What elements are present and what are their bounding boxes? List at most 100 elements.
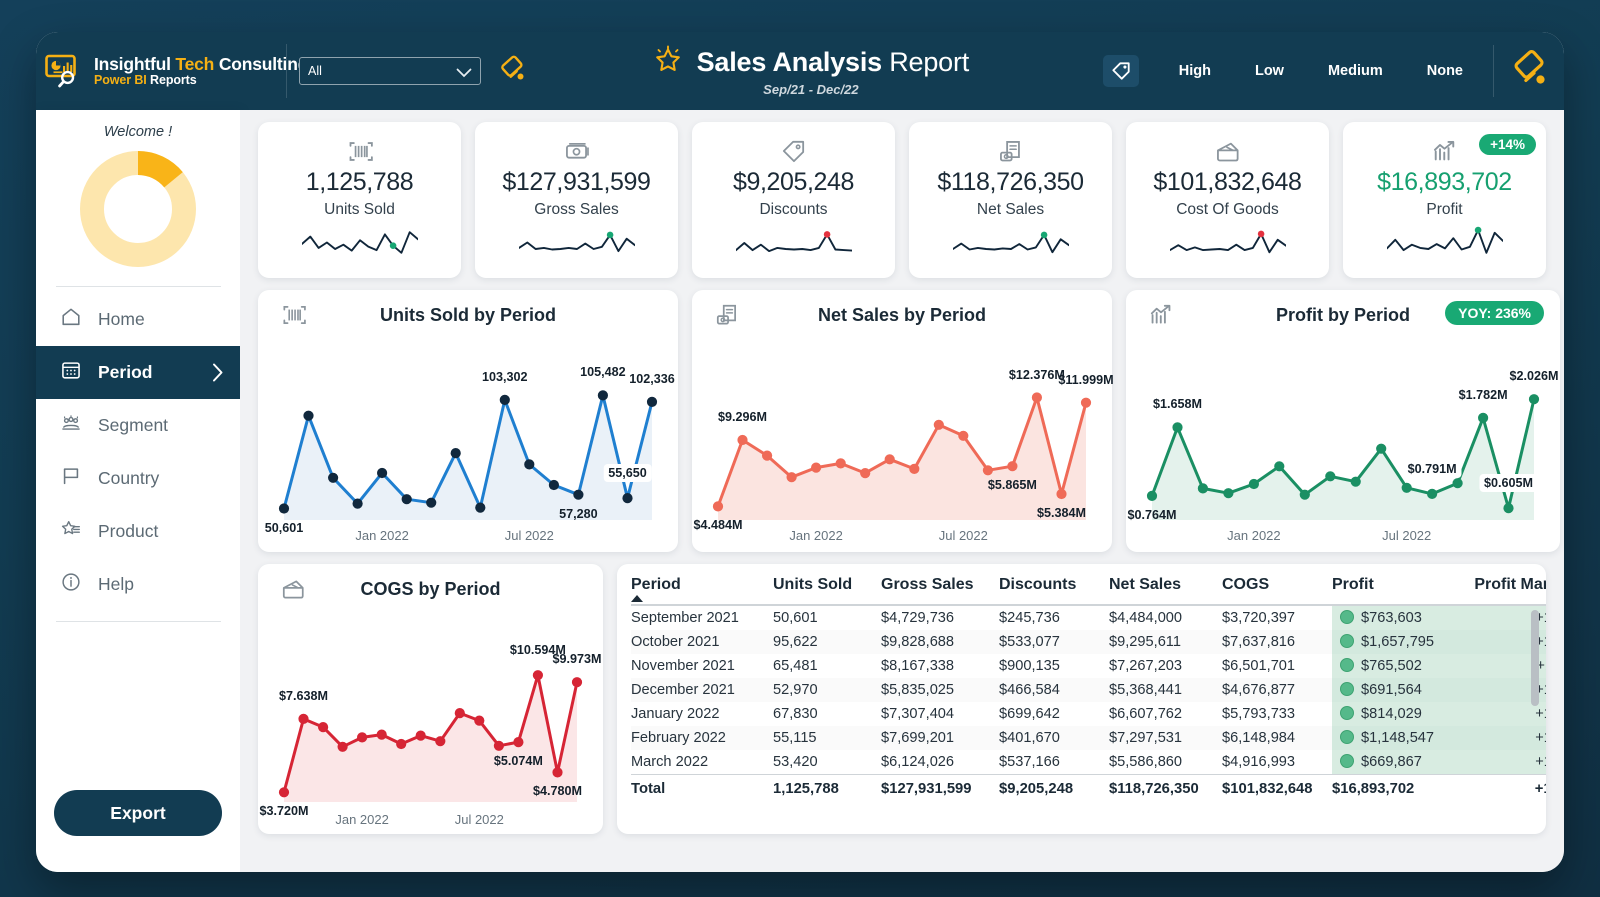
- sidebar-item-period[interactable]: Period: [36, 346, 240, 399]
- data-label: $5.384M: [1037, 506, 1086, 520]
- data-label: $4.780M: [533, 784, 582, 798]
- barcode-icon: [280, 302, 306, 333]
- calendar-icon: [60, 359, 82, 386]
- brand-powerbi: Power BI: [94, 73, 147, 87]
- kpi-value: $118,726,350: [937, 168, 1083, 197]
- table-row[interactable]: September 202150,601$4,729,736$245,736$4…: [631, 606, 1546, 630]
- chart-plot-area: $0.764M$1.658M$0.791M$1.782M$0.605M$2.02…: [1138, 330, 1548, 530]
- col-net-sales[interactable]: Net Sales: [1109, 574, 1222, 604]
- chip-low[interactable]: Low: [1233, 63, 1306, 79]
- sidebar-item-home[interactable]: Home: [36, 293, 240, 346]
- page-title: Sales Analysis Report: [697, 47, 969, 78]
- data-label: $11.999M: [1058, 373, 1113, 387]
- kpi-sparkline: [1387, 225, 1503, 264]
- total-period: Total: [631, 774, 773, 801]
- cell-discounts: $401,670: [999, 726, 1109, 750]
- kpi-card-units-sold[interactable]: 1,125,788 Units Sold: [258, 122, 461, 278]
- cell-units-sold: 52,970: [773, 678, 881, 702]
- kpi-label: Cost Of Goods: [1176, 201, 1279, 219]
- cell-discounts: $245,736: [999, 606, 1109, 630]
- profit-status-dot: [1340, 610, 1354, 624]
- chip-none[interactable]: None: [1405, 63, 1485, 79]
- money-icon: [563, 136, 590, 166]
- sidebar-item-product[interactable]: Product: [36, 505, 240, 558]
- kpi-card-row: 1,125,788 Units Sold $127,931,599 Gross …: [258, 122, 1546, 278]
- header-divider-left: [286, 44, 287, 98]
- total-profit: $16,893,702: [1332, 774, 1462, 801]
- table-row[interactable]: February 202255,115$7,699,201$401,670$7,…: [631, 726, 1546, 750]
- table-row[interactable]: March 202253,420$6,124,026$537,166$5,586…: [631, 750, 1546, 775]
- col-units-sold[interactable]: Units Sold: [773, 574, 881, 604]
- cell-profit: $814,029: [1332, 702, 1462, 726]
- chart-svg-wrapper: $0.764M$1.658M$0.791M$1.782M$0.605M$2.02…: [1138, 330, 1548, 554]
- trendup-icon: [1431, 136, 1458, 166]
- cell-net-sales: $5,586,860: [1109, 750, 1222, 775]
- x-axis-tick: Jul 2022: [455, 812, 504, 827]
- table-vertical-scrollbar[interactable]: [1531, 610, 1539, 810]
- chip-high[interactable]: High: [1157, 63, 1233, 79]
- tag-filter-icon[interactable]: [1103, 55, 1139, 87]
- cell-profit: $1,657,795: [1332, 630, 1462, 654]
- sidebar-divider-top: [56, 286, 221, 287]
- data-label: $7.638M: [279, 689, 328, 703]
- sidebar-label-home: Home: [98, 309, 145, 330]
- profit-status-dot: [1340, 754, 1354, 768]
- table-row[interactable]: November 202165,481$8,167,338$900,135$7,…: [631, 654, 1546, 678]
- kpi-sparkline: [302, 225, 418, 264]
- kpi-card-discounts[interactable]: $9,205,248 Discounts: [692, 122, 895, 278]
- export-button[interactable]: Export: [54, 790, 222, 836]
- table-footer: Total1,125,788$127,931,599$9,205,248$118…: [631, 774, 1546, 801]
- period-slicer-dropdown[interactable]: All: [299, 57, 481, 85]
- col-cogs[interactable]: COGS: [1222, 574, 1332, 604]
- cell-cogs: $5,793,733: [1222, 702, 1332, 726]
- clear-all-eraser-icon[interactable]: [1508, 47, 1558, 96]
- sidebar-item-help[interactable]: Help: [36, 558, 240, 611]
- col-profit-margin[interactable]: Profit Margin: [1462, 574, 1546, 604]
- chart-title: Net Sales by Period: [818, 305, 986, 326]
- kpi-label: Net Sales: [977, 201, 1044, 219]
- chevron-right-icon: [212, 363, 224, 387]
- chart-header: Profit by Period YOY: 236%: [1138, 302, 1548, 328]
- col-profit[interactable]: Profit: [1332, 574, 1462, 604]
- data-label: 50,601: [265, 521, 304, 535]
- col-period[interactable]: Period: [631, 574, 773, 604]
- table-row[interactable]: January 202267,830$7,307,404$699,642$6,6…: [631, 702, 1546, 726]
- kpi-card-cost-of-goods[interactable]: $101,832,648 Cost Of Goods: [1126, 122, 1329, 278]
- page-title-rest: Report: [882, 47, 969, 77]
- slicer-value: All: [308, 64, 322, 78]
- kpi-value: $16,893,702: [1377, 168, 1512, 197]
- x-axis-tick: Jan 2022: [355, 528, 409, 543]
- chart-card-cogs-by-period: COGS by Period $3.720M$7.638M$5.074M$10.…: [258, 564, 603, 834]
- info-icon: [60, 571, 82, 598]
- kpi-label: Discounts: [759, 201, 827, 219]
- kpi-card-profit[interactable]: $16,893,702 Profit +14%: [1343, 122, 1546, 278]
- welcome-text: Welcome !: [36, 110, 240, 140]
- cell-units-sold: 67,830: [773, 702, 881, 726]
- data-label: $3.720M: [259, 804, 308, 818]
- page-root: Insightful Tech Consulting Power BI Repo…: [0, 0, 1600, 897]
- table-row[interactable]: December 202152,970$5,835,025$466,584$5,…: [631, 678, 1546, 702]
- chart-plot-area: 50,601103,30257,280105,48255,650102,336 …: [270, 330, 666, 530]
- kpi-card-gross-sales[interactable]: $127,931,599 Gross Sales: [475, 122, 678, 278]
- total-cogs: $101,832,648: [1222, 774, 1332, 801]
- data-label: $12.376M: [1009, 368, 1065, 382]
- col-gross-sales[interactable]: Gross Sales: [881, 574, 999, 604]
- sidebar-item-segment[interactable]: Segment: [36, 399, 240, 452]
- cell-discounts: $699,642: [999, 702, 1109, 726]
- brand-text: Insightful Tech Consulting Power BI Repo…: [94, 55, 308, 86]
- chip-medium[interactable]: Medium: [1306, 63, 1405, 79]
- x-axis-tick: Jul 2022: [505, 528, 554, 543]
- x-axis-tick: Jul 2022: [939, 528, 988, 543]
- data-label: $5.074M: [494, 754, 543, 768]
- sort-ascending-icon: [631, 595, 643, 602]
- sidebar-item-country[interactable]: Country: [36, 452, 240, 505]
- table-row[interactable]: October 202195,622$9,828,688$533,077$9,2…: [631, 630, 1546, 654]
- chart-card-net-sales-by-period: Net Sales by Period $4.484M$9.296M$5.865…: [692, 290, 1112, 552]
- tag-icon: [780, 136, 807, 166]
- wallet-icon: [280, 576, 306, 607]
- kpi-value: $127,931,599: [502, 168, 650, 197]
- table-scrollbar-thumb[interactable]: [1531, 610, 1539, 706]
- col-discounts[interactable]: Discounts: [999, 574, 1109, 604]
- kpi-card-net-sales[interactable]: $118,726,350 Net Sales: [909, 122, 1112, 278]
- cell-period: October 2021: [631, 630, 773, 654]
